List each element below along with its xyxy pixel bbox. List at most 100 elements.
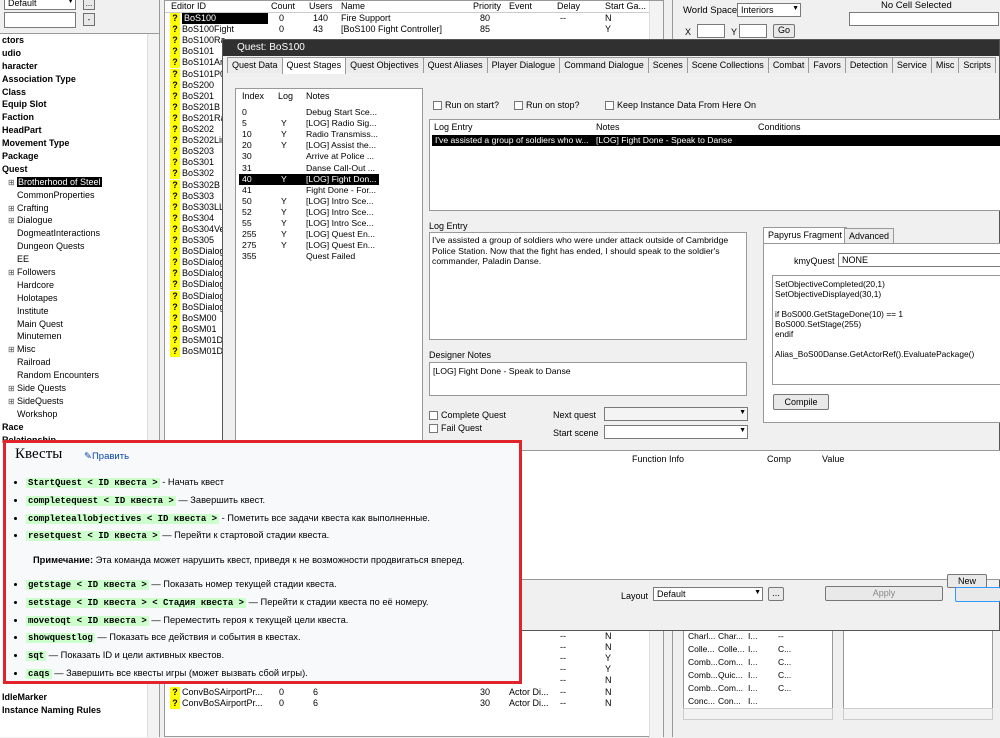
- wiki-command-code[interactable]: showquestlog: [26, 633, 95, 644]
- wiki-command-code[interactable]: completequest < ID квеста >: [26, 495, 176, 506]
- filter-combo[interactable]: Default ▼: [4, 0, 76, 10]
- tree-item[interactable]: Main Quest: [0, 318, 148, 331]
- tree-item[interactable]: Dungeon Quests: [0, 240, 148, 253]
- tree-item[interactable]: Movement Type: [0, 137, 148, 150]
- grid-cell[interactable]: I...: [748, 644, 757, 654]
- col-start-game[interactable]: Start Ga...: [605, 1, 646, 11]
- grid-cell[interactable]: Colle...: [718, 644, 744, 654]
- grid-cell[interactable]: C...: [778, 657, 791, 667]
- category-tree[interactable]: ctors udio haracter Association Type Class Eq…: [0, 34, 148, 447]
- stage-row[interactable]: 30 Arrive at Police ...: [239, 151, 379, 162]
- stage-col[interactable]: Index: [242, 91, 264, 101]
- tree-item[interactable]: Class: [0, 86, 148, 99]
- fail-quest-checkbox[interactable]: [429, 424, 438, 434]
- tree-item[interactable]: ctors: [0, 34, 148, 47]
- cell-object-grid[interactable]: Charl... Char... I... -- Colle... Colle... I..…: [683, 628, 833, 718]
- expand-icon[interactable]: ⊞: [8, 215, 17, 227]
- grid-cell[interactable]: --: [778, 631, 784, 641]
- filter-clear-button[interactable]: -: [83, 13, 95, 26]
- stage-row[interactable]: 40 Y [LOG] Fight Don...: [239, 173, 379, 185]
- quest-window-titlebar[interactable]: Quest: BoS100: [223, 40, 999, 56]
- expand-icon[interactable]: ⊞: [8, 344, 17, 356]
- expand-icon[interactable]: ⊞: [8, 267, 17, 279]
- tree-item[interactable]: haracter: [0, 60, 148, 73]
- quest-row[interactable]: -- N: [545, 675, 645, 686]
- tree-item[interactable]: Random Encounters: [0, 369, 148, 382]
- col-name[interactable]: Name: [341, 1, 365, 11]
- new-button[interactable]: New: [947, 574, 987, 588]
- stage-row[interactable]: 50 Y [LOG] Intro Sce...: [239, 196, 379, 207]
- compile-button[interactable]: Compile: [773, 394, 829, 410]
- log-col-conditions[interactable]: Conditions: [758, 122, 801, 132]
- wiki-command-code[interactable]: sqt: [26, 651, 47, 662]
- ok-button[interactable]: [955, 587, 1000, 602]
- stage-row[interactable]: 355 Quest Failed: [239, 251, 379, 262]
- next-quest-combo[interactable]: ▼: [604, 407, 748, 421]
- tree-item[interactable]: CommonProperties: [0, 189, 148, 202]
- grid-cell[interactable]: C...: [778, 670, 791, 680]
- log-entry-textarea[interactable]: I've assisted a group of soldiers who we…: [429, 232, 747, 340]
- stage-row[interactable]: 10 Y Radio Transmiss...: [239, 129, 379, 140]
- tree-item[interactable]: Railroad: [0, 356, 148, 369]
- run-on-stop[interactable]: Run on stop?: [514, 100, 580, 111]
- tab-scripts[interactable]: Scripts: [958, 57, 996, 73]
- grid-cell[interactable]: Colle...: [688, 644, 714, 654]
- tree-item[interactable]: ⊞ Crafting: [0, 202, 148, 215]
- wiki-command-code[interactable]: setstage < ID квеста > < Стадия квеста >: [26, 597, 247, 608]
- layout-combo[interactable]: Default ▼: [653, 587, 763, 601]
- run-on-stop-checkbox[interactable]: [514, 101, 523, 111]
- tree-item[interactable]: Institute: [0, 305, 148, 318]
- stage-row[interactable]: 275 Y [LOG] Quest En...: [239, 240, 379, 251]
- col-delay[interactable]: Delay: [557, 1, 580, 11]
- tree-item[interactable]: EE: [0, 253, 148, 266]
- apply-button[interactable]: Apply: [825, 586, 943, 601]
- kmyquest-combo[interactable]: NONE: [838, 253, 1000, 267]
- wiki-command-code[interactable]: getstage < ID квеста >: [26, 580, 149, 590]
- grid-cell[interactable]: I...: [748, 696, 757, 706]
- quest-row[interactable]: ? ConvBoSAirportPr... 0 6 30 Actor Di... -- N: [165, 698, 661, 710]
- tree-item[interactable]: DogmeatInteractions: [0, 227, 148, 240]
- expand-icon[interactable]: ⊞: [8, 203, 17, 215]
- tree-item[interactable]: Equip Slot: [0, 98, 148, 111]
- quest-row[interactable]: -- Y: [545, 664, 645, 675]
- tree-item[interactable]: ⊞ Brotherhood of Steel: [0, 176, 148, 189]
- tab-papyrus-fragment[interactable]: Papyrus Fragment: [763, 227, 848, 244]
- world-space-combo[interactable]: Interiors ▼: [737, 3, 801, 17]
- tree-item[interactable]: HeadPart: [0, 124, 148, 137]
- stage-row[interactable]: 0 Debug Start Sce...: [239, 107, 379, 118]
- tree-item[interactable]: Minutemen: [0, 330, 148, 343]
- grid-cell[interactable]: Quic...: [718, 670, 743, 680]
- quest-row[interactable]: ? BoS100 0 140 Fire Support 80 -- N: [165, 13, 661, 24]
- tab-service[interactable]: Service: [891, 57, 932, 73]
- complete-quest[interactable]: Complete Quest: [429, 410, 506, 421]
- filter-options-button[interactable]: ...: [83, 0, 95, 10]
- grid-cell[interactable]: Char...: [718, 631, 743, 641]
- col-count[interactable]: Count: [271, 1, 295, 11]
- tree-item[interactable]: ⊞ Followers: [0, 266, 148, 279]
- grid-cell[interactable]: Com...: [718, 683, 743, 693]
- stage-row[interactable]: 41 Fight Done - For...: [239, 185, 379, 196]
- grid-cell[interactable]: Conc...: [688, 696, 715, 706]
- log-col-entry[interactable]: Log Entry: [434, 122, 473, 132]
- wiki-command-code[interactable]: movetoqt < ID квеста >: [26, 615, 149, 626]
- expand-icon[interactable]: ⊞: [8, 177, 17, 189]
- tab-favors[interactable]: Favors: [808, 57, 846, 73]
- tree-item[interactable]: Holotapes: [0, 292, 148, 305]
- grid-cell[interactable]: I...: [748, 631, 757, 641]
- tab-player-dialogue[interactable]: Player Dialogue: [486, 57, 561, 73]
- grid-hscrollbar[interactable]: [683, 708, 833, 720]
- col-priority[interactable]: Priority: [473, 1, 501, 11]
- stage-row[interactable]: 20 Y [LOG] Assist the...: [239, 140, 379, 151]
- wiki-command-code[interactable]: completeallobjectives < ID квеста >: [26, 513, 220, 524]
- wiki-edit-link[interactable]: ✎Править: [84, 451, 129, 462]
- tree-item[interactable]: Package: [0, 150, 148, 163]
- tab-advanced[interactable]: Advanced: [844, 228, 895, 244]
- tree-item[interactable]: Quest: [0, 163, 148, 176]
- y-input[interactable]: [739, 24, 767, 38]
- col-function-info[interactable]: Function Info: [632, 454, 684, 464]
- tree-item[interactable]: Faction: [0, 111, 148, 124]
- keep-instance-checkbox[interactable]: [605, 101, 614, 111]
- wiki-command-code[interactable]: resetquest < ID квеста >: [26, 531, 160, 542]
- col-users[interactable]: Users: [309, 1, 333, 11]
- grid-cell[interactable]: Comb...: [688, 683, 718, 693]
